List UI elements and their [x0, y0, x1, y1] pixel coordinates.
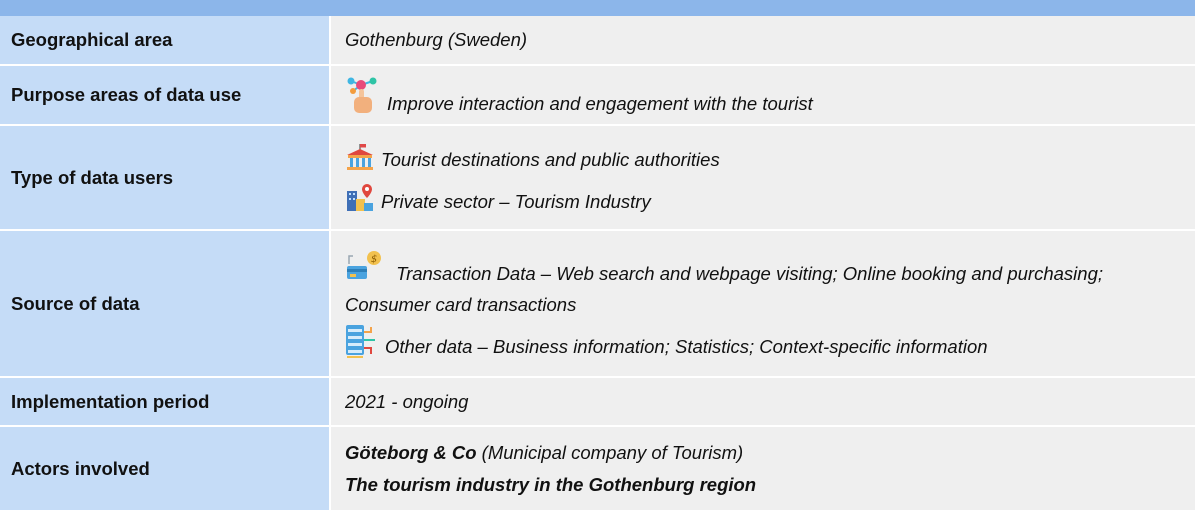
table-row-actors: Actors involved Göteborg & Co (Municipal…	[0, 426, 1195, 512]
hand-network-icon	[345, 75, 381, 115]
data-user-item: Tourist destinations and public authorit…	[345, 143, 1195, 171]
row-label: Source of data	[0, 230, 331, 378]
table-row-purpose: Purpose areas of data use Improve intera…	[0, 65, 1195, 126]
actor-item: Göteborg & Co (Municipal company of Tour…	[345, 442, 1195, 464]
actor-description: (Municipal company of Tourism)	[476, 441, 744, 463]
row-label: Type of data users	[0, 125, 331, 231]
table-row-data-users: Type of data users Tourist destinations …	[0, 125, 1195, 231]
actors-value: Göteborg & Co (Municipal company of Tour…	[330, 426, 1195, 512]
implementation-period-value: 2021 - ongoing	[330, 377, 1195, 427]
data-user-text: Tourist destinations and public authorit…	[381, 148, 720, 170]
actor-item: The tourism industry in the Gothenburg r…	[345, 473, 757, 495]
table-row-geographical-area: Geographical area Gothenburg (Sweden)	[0, 16, 1195, 66]
data-user-item: Private sector – Tourism Industry	[345, 183, 1195, 213]
city-location-pin-icon	[345, 183, 375, 213]
row-label: Actors involved	[0, 426, 331, 512]
purpose-item-text: Improve interaction and engagement with …	[387, 93, 813, 114]
row-label: Implementation period	[0, 377, 331, 427]
source-of-data-value: $ Transaction Data – Web search and webp…	[330, 230, 1195, 378]
server-data-icon	[345, 324, 379, 358]
data-user-text: Private sector – Tourism Industry	[381, 190, 651, 212]
purpose-value: Improve interaction and engagement with …	[330, 65, 1195, 126]
source-item-text: Transaction Data – Web search and webpag…	[345, 262, 1103, 315]
purpose-item: Improve interaction and engagement with …	[345, 75, 1195, 115]
source-item: Other data – Business information; Stati…	[345, 324, 1187, 358]
data-users-value: Tourist destinations and public authorit…	[330, 125, 1195, 231]
actor-name: Göteborg & Co	[345, 441, 477, 463]
svg-text:$: $	[371, 254, 377, 265]
table-row-implementation-period: Implementation period 2021 - ongoing	[0, 377, 1195, 427]
source-item-text: Other data – Business information; Stati…	[385, 335, 988, 357]
source-item: $ Transaction Data – Web search and webp…	[345, 250, 1187, 320]
table-header-bar	[0, 0, 1195, 16]
card-payment-icon: $	[345, 250, 385, 284]
info-table: Geographical area Gothenburg (Sweden) Pu…	[0, 16, 1195, 512]
geographical-area-value: Gothenburg (Sweden)	[330, 16, 1195, 66]
government-building-icon	[345, 143, 375, 171]
row-label: Geographical area	[0, 16, 331, 66]
table-row-source-of-data: Source of data $ Transaction Data – Web …	[0, 230, 1195, 378]
row-label: Purpose areas of data use	[0, 65, 331, 126]
